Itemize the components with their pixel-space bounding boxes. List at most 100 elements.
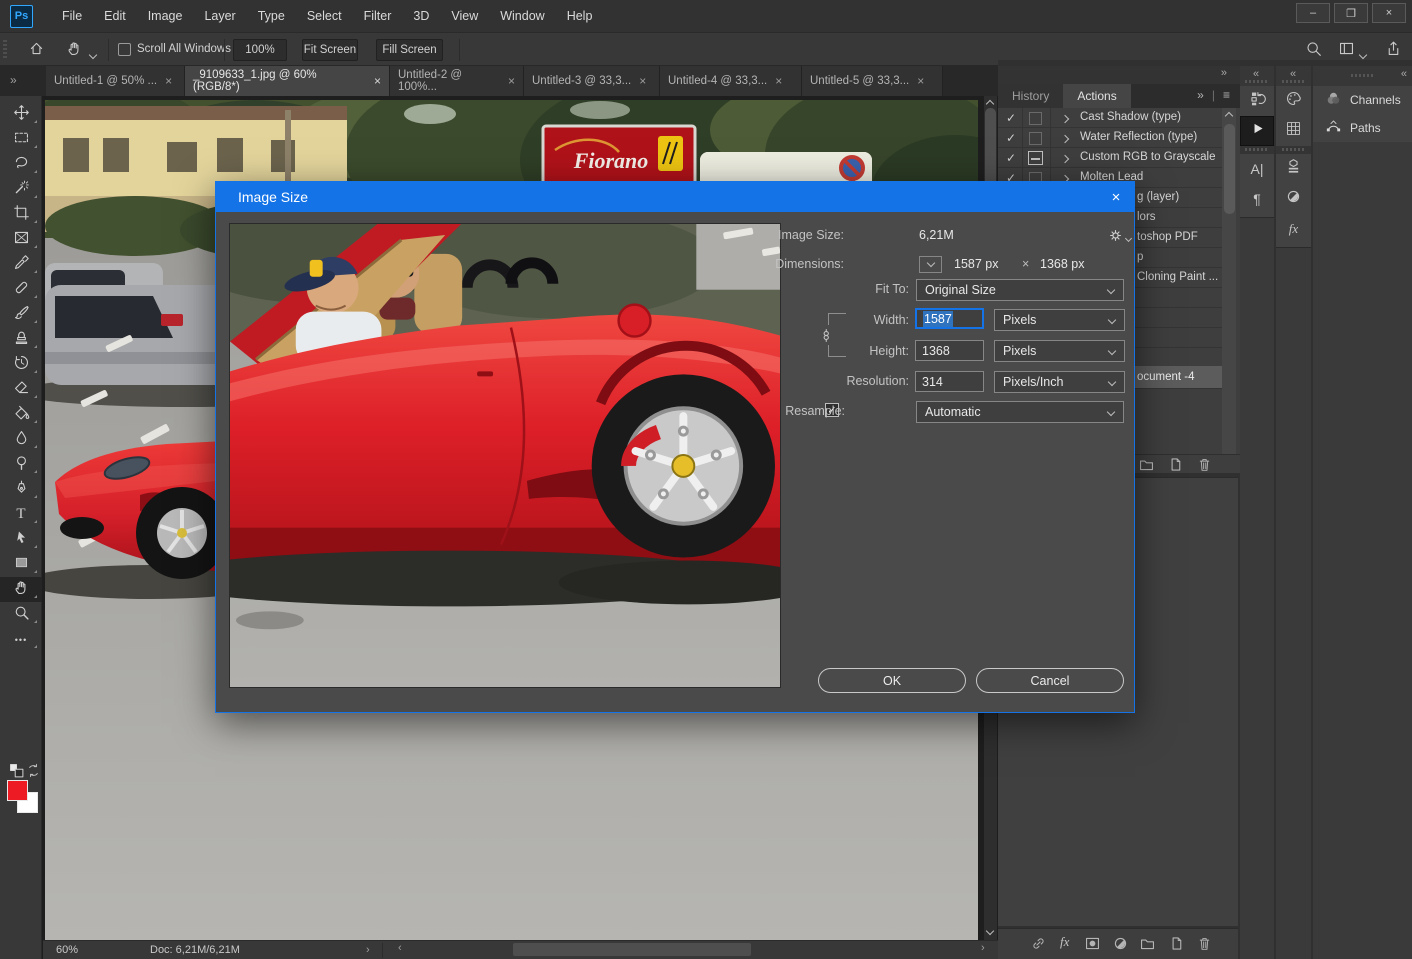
rectangle-tool[interactable] [0, 552, 42, 577]
fill-screen-button[interactable]: Fill Screen [376, 39, 443, 61]
collapse-icon[interactable]: « [1401, 68, 1406, 80]
tab-history[interactable]: History [998, 84, 1063, 108]
panel-menu-icon[interactable]: ≡ [1223, 88, 1230, 102]
dialog-options-button[interactable] [1107, 227, 1131, 249]
tab-close-icon[interactable]: × [508, 74, 515, 88]
resolution-unit-select[interactable]: Pixels/Inch [994, 371, 1125, 393]
horizontal-scrollbar[interactable] [413, 942, 1001, 957]
menu-3d[interactable]: 3D [402, 2, 440, 30]
actions-panel-button[interactable] [1240, 116, 1274, 146]
healing-brush-tool[interactable] [0, 277, 42, 302]
dodge-tool[interactable] [0, 452, 42, 477]
delete-layer-icon[interactable] [1196, 935, 1213, 957]
actions-scroll-thumb[interactable] [1224, 124, 1235, 214]
path-selection-tool[interactable] [0, 527, 42, 552]
type-tool[interactable]: T [0, 502, 42, 527]
tab-close-icon[interactable]: × [775, 74, 782, 88]
panel-expand-icon[interactable]: » [1197, 88, 1204, 102]
channels-panel-button[interactable]: Channels [1313, 86, 1412, 114]
hand-tool-active[interactable] [0, 577, 42, 602]
actions-scrollbar[interactable] [1222, 108, 1236, 454]
eraser-tool[interactable] [0, 377, 42, 402]
height-unit-select[interactable]: Pixels [994, 340, 1125, 362]
tab-actions[interactable]: Actions [1063, 84, 1130, 108]
new-group-icon[interactable] [1139, 935, 1156, 957]
ok-button[interactable]: OK [818, 668, 966, 693]
image-preview[interactable] [229, 223, 781, 688]
dimensions-dropdown[interactable] [919, 256, 942, 273]
search-icon[interactable] [1305, 40, 1322, 62]
resolution-input[interactable]: 314 [915, 371, 984, 392]
action-row[interactable]: ✓ Water Reflection (type) [998, 128, 1222, 148]
scroll-up-icon[interactable] [986, 100, 994, 108]
hscroll-left-icon[interactable]: ‹ [398, 942, 402, 954]
grip[interactable] [1245, 80, 1269, 83]
zoom-tool[interactable] [0, 602, 42, 627]
blur-tool[interactable] [0, 427, 42, 452]
character-panel-button[interactable]: A| [1240, 154, 1274, 184]
gradient-tool[interactable] [0, 402, 42, 427]
history-brush-tool[interactable] [0, 352, 42, 377]
action-row[interactable]: ✓ Custom RGB to Grayscale [998, 148, 1222, 168]
resample-select[interactable]: Automatic [916, 401, 1124, 423]
panel-group-header[interactable]: » [998, 66, 1240, 84]
styles-panel-button[interactable]: fx [1276, 214, 1311, 244]
menu-window[interactable]: Window [489, 2, 555, 30]
paragraph-panel-button[interactable]: ¶ [1240, 184, 1274, 214]
options-bar-grip[interactable] [3, 40, 7, 60]
adjustments-panel-button[interactable] [1276, 184, 1311, 214]
tool-preset-chevron-icon[interactable] [90, 45, 96, 63]
document-info-box[interactable]: Doc: 6,21M/6,21M › [88, 943, 383, 958]
expand-icon[interactable]: » [1221, 67, 1226, 79]
dialog-close-icon[interactable]: × [1098, 182, 1134, 212]
expand-chevron-icon[interactable] [1061, 115, 1069, 123]
fit-to-select[interactable]: Original Size [916, 279, 1124, 301]
expand-chevron-icon[interactable] [1061, 135, 1069, 143]
height-input[interactable]: 1368 [915, 340, 984, 361]
delete-icon[interactable] [1196, 456, 1213, 478]
new-action-icon[interactable] [1167, 456, 1184, 478]
tab-close-icon[interactable]: × [165, 74, 172, 88]
new-set-folder-icon[interactable] [1138, 456, 1155, 478]
zoom-level[interactable]: 60% [56, 944, 78, 956]
tab-overflow-icon[interactable]: » [10, 73, 16, 87]
tab-untitled-4[interactable]: Untitled-4 @ 33,3... × [660, 66, 802, 96]
grip[interactable] [1351, 74, 1375, 77]
expand-chevron-icon[interactable] [1061, 155, 1069, 163]
clone-stamp-tool[interactable] [0, 327, 42, 352]
maximize-button[interactable]: ❐ [1334, 3, 1368, 23]
menu-filter[interactable]: Filter [353, 2, 403, 30]
quick-selection-tool[interactable] [0, 177, 42, 202]
brush-tool[interactable] [0, 302, 42, 327]
dialog-toggle-box[interactable] [1029, 112, 1042, 125]
lasso-tool[interactable] [0, 152, 42, 177]
close-button[interactable]: × [1372, 3, 1406, 23]
constrain-proportions-icon[interactable] [819, 325, 836, 345]
frame-tool[interactable] [0, 227, 42, 252]
pen-tool[interactable] [0, 477, 42, 502]
check-icon[interactable]: ✓ [1006, 131, 1016, 145]
tab-untitled-2[interactable]: Untitled-2 @ 100%... × [390, 66, 524, 96]
column-header[interactable]: « [1276, 66, 1311, 86]
swatches-panel-button[interactable] [1276, 116, 1311, 146]
hand-tool-icon[interactable] [66, 40, 83, 62]
libraries-panel-button[interactable] [1276, 154, 1311, 184]
tab-untitled-3[interactable]: Untitled-3 @ 33,3... × [524, 66, 660, 96]
scroll-down-icon[interactable] [986, 927, 994, 935]
menu-help[interactable]: Help [556, 2, 604, 30]
crop-tool[interactable] [0, 202, 42, 227]
eyedropper-tool[interactable] [0, 252, 42, 277]
dialog-toggle-box[interactable] [1029, 132, 1042, 145]
edit-toolbar[interactable]: ••• [0, 627, 42, 652]
scroll-up-icon[interactable] [1225, 112, 1233, 120]
layer-style-icon[interactable]: fx [1060, 934, 1069, 950]
layer-mask-icon[interactable] [1084, 935, 1101, 957]
status-expand-icon[interactable]: › [366, 944, 370, 956]
column-header[interactable]: « [1240, 66, 1274, 86]
adjustment-layer-icon[interactable] [1112, 935, 1129, 957]
menu-file[interactable]: File [51, 2, 93, 30]
tab-close-icon[interactable]: × [639, 74, 646, 88]
foreground-color-swatch[interactable] [7, 780, 28, 801]
horizontal-scroll-thumb[interactable] [513, 943, 751, 956]
check-icon[interactable]: ✓ [1006, 111, 1016, 125]
